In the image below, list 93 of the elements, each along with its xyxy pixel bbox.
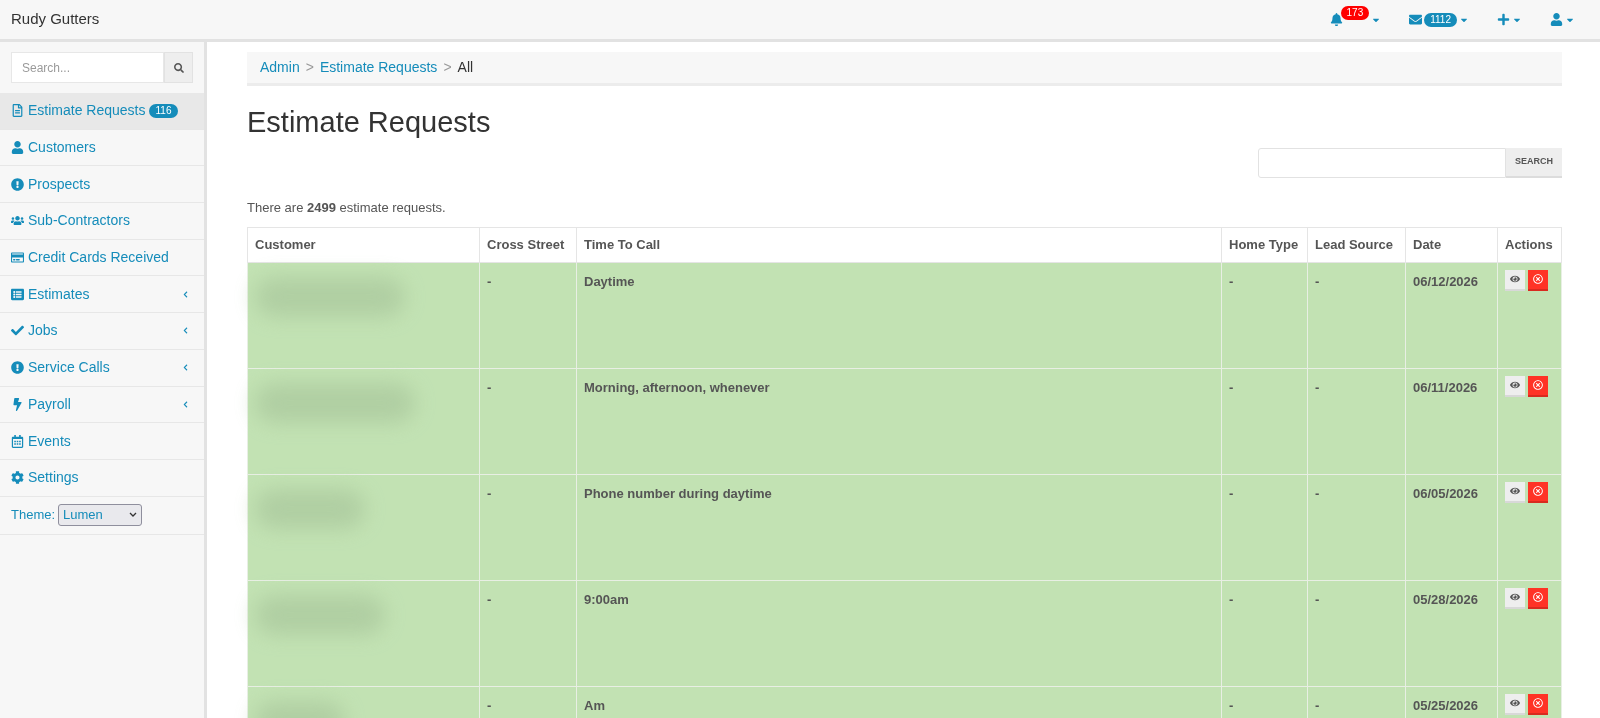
table-cell: - bbox=[1307, 368, 1406, 474]
column-header: Home Type bbox=[1221, 227, 1308, 262]
sidebar-item-label: Service Calls bbox=[28, 358, 110, 378]
exclamation-icon bbox=[11, 361, 24, 375]
brand-name[interactable]: Rudy Gutters bbox=[11, 8, 100, 31]
column-header: Date bbox=[1405, 227, 1498, 262]
search-icon bbox=[173, 62, 184, 73]
column-header: Actions bbox=[1497, 227, 1562, 262]
lightning-icon bbox=[11, 397, 24, 411]
column-header: Cross Street bbox=[479, 227, 577, 262]
table-cell: - bbox=[1307, 474, 1406, 580]
close-icon bbox=[1533, 698, 1543, 708]
user-icon bbox=[11, 141, 24, 155]
envelope-icon[interactable] bbox=[1409, 13, 1423, 26]
page-title: Estimate Requests bbox=[247, 105, 492, 140]
checkmark-icon bbox=[11, 324, 24, 338]
sidebar-item-label: Estimates bbox=[28, 284, 90, 304]
view-button[interactable] bbox=[1505, 481, 1525, 503]
chevron-down-icon bbox=[129, 512, 138, 519]
table-cell: - bbox=[479, 262, 577, 368]
sidebar-item-label: Customers bbox=[28, 138, 96, 158]
search-field[interactable]: Search... bbox=[11, 52, 164, 83]
delete-button[interactable] bbox=[1528, 693, 1548, 715]
delete-button[interactable] bbox=[1528, 269, 1548, 291]
breadcrumb-current: All bbox=[457, 58, 474, 77]
view-button[interactable] bbox=[1505, 269, 1525, 291]
view-button[interactable] bbox=[1505, 587, 1525, 609]
table-cell: 06/12/2026 bbox=[1405, 262, 1498, 368]
table-cell: - bbox=[1221, 368, 1308, 474]
breadcrumb-separator: > bbox=[443, 58, 452, 77]
exclamation-icon bbox=[11, 177, 24, 191]
table-cell: - bbox=[1307, 580, 1406, 686]
eye-icon bbox=[1510, 592, 1520, 602]
table-cell: 9:00am bbox=[576, 580, 1222, 686]
table-cell: - bbox=[479, 580, 577, 686]
sidebar-item-label: Prospects bbox=[28, 174, 91, 194]
eye-icon bbox=[1510, 698, 1520, 708]
table-cell: - bbox=[1221, 474, 1308, 580]
column-header: Customer bbox=[247, 227, 480, 262]
search-button[interactable]: SEARCH bbox=[1506, 148, 1562, 178]
sidebar-item-label: Jobs bbox=[28, 321, 58, 341]
document-icon bbox=[11, 104, 24, 118]
close-icon bbox=[1533, 380, 1543, 390]
count-badge: 173 bbox=[1340, 5, 1370, 20]
table-cell: - bbox=[1221, 262, 1308, 368]
eye-icon bbox=[1510, 486, 1520, 496]
plus-icon[interactable] bbox=[1497, 13, 1510, 26]
delete-button[interactable] bbox=[1528, 587, 1548, 609]
view-button[interactable] bbox=[1505, 375, 1525, 397]
breadcrumb-link[interactable]: Estimate Requests bbox=[319, 57, 438, 78]
eye-icon bbox=[1510, 380, 1520, 390]
table-cell: Morning, afternoon, whenever bbox=[576, 368, 1222, 474]
close-icon bbox=[1533, 592, 1543, 602]
theme-select[interactable]: Lumen bbox=[58, 504, 143, 527]
sidebar-item-label: Credit Cards Received bbox=[28, 248, 169, 268]
sidebar-item-label: Settings bbox=[28, 468, 79, 488]
close-icon bbox=[1533, 486, 1543, 496]
table-cell: 06/05/2026 bbox=[1405, 474, 1498, 580]
table-cell: 05/28/2026 bbox=[1405, 580, 1498, 686]
summary-text: There are 2499 estimate requests. bbox=[247, 199, 447, 217]
view-button[interactable] bbox=[1505, 693, 1525, 715]
sidebar-item[interactable]: Estimate Requests 116 bbox=[0, 93, 204, 130]
table-cell: - bbox=[479, 368, 577, 474]
search-button[interactable] bbox=[164, 52, 193, 83]
close-icon bbox=[1533, 274, 1543, 284]
sidebar-item-label: Payroll bbox=[28, 394, 71, 414]
table-cell: - bbox=[479, 474, 577, 580]
column-header: Time To Call bbox=[576, 227, 1222, 262]
sidebar-item-label: Events bbox=[28, 431, 71, 451]
settings-icon bbox=[11, 471, 24, 485]
delete-button[interactable] bbox=[1528, 375, 1548, 397]
list-icon bbox=[11, 287, 24, 301]
credit-card-icon bbox=[11, 251, 24, 265]
count-badge: 116 bbox=[148, 103, 179, 118]
users-icon bbox=[11, 214, 24, 228]
column-header: Lead Source bbox=[1307, 227, 1406, 262]
breadcrumb-separator: > bbox=[305, 58, 314, 77]
breadcrumb-link[interactable]: Admin bbox=[260, 57, 300, 78]
delete-button[interactable] bbox=[1528, 481, 1548, 503]
table-cell: - bbox=[1307, 262, 1406, 368]
user-icon[interactable] bbox=[1550, 13, 1563, 26]
table-cell: - bbox=[1221, 580, 1308, 686]
calendar-icon bbox=[11, 434, 24, 448]
table-cell: Daytime bbox=[576, 262, 1222, 368]
count-badge: 1112 bbox=[1424, 12, 1457, 27]
eye-icon bbox=[1510, 274, 1520, 284]
search-field[interactable] bbox=[1258, 148, 1506, 178]
table-cell: 06/11/2026 bbox=[1405, 368, 1498, 474]
table-cell: Phone number during daytime bbox=[576, 474, 1222, 580]
sidebar-item-label: Estimate Requests bbox=[28, 101, 146, 121]
theme-label: Theme: bbox=[11, 506, 56, 525]
sidebar-item-label: Sub-Contractors bbox=[28, 211, 130, 231]
bell-icon[interactable] bbox=[1329, 13, 1343, 26]
